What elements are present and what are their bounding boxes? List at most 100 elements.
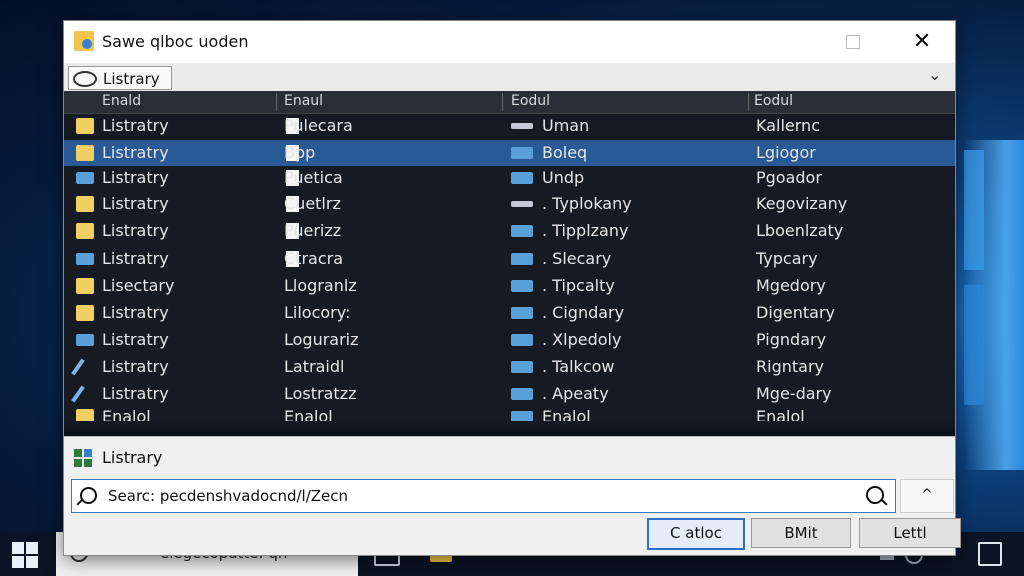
folder-icon bbox=[76, 172, 94, 184]
table-cell: Listratry bbox=[102, 384, 169, 403]
table-cell: . Xlpedoly bbox=[542, 330, 622, 349]
shortcut-icon bbox=[71, 358, 85, 376]
column-divider[interactable] bbox=[276, 93, 277, 111]
table-row[interactable]: Listratry Bpp Boleq Lgiogor bbox=[64, 140, 955, 166]
arrow-icon bbox=[511, 201, 533, 207]
table-cell: Listratry bbox=[102, 330, 169, 349]
table-row[interactable]: Listratry Lilocory: . Cigndary Digentary bbox=[64, 300, 955, 326]
breadcrumb-label[interactable]: Listrary bbox=[102, 448, 162, 467]
library-icon bbox=[73, 71, 97, 87]
table-cell: Listratry bbox=[102, 194, 169, 213]
location-tab[interactable]: Listrary bbox=[68, 66, 172, 90]
folder-icon bbox=[76, 223, 94, 239]
up-button[interactable]: ^ bbox=[900, 479, 954, 513]
table-cell: Listratry bbox=[102, 116, 169, 135]
table-cell: Llogranlz bbox=[284, 276, 357, 295]
table-row[interactable]: Listratry Puetica Undp Pgoador bbox=[64, 165, 955, 191]
table-cell: Lostratzz bbox=[284, 384, 357, 403]
dialog-title: Sawe qlboc uoden bbox=[102, 32, 249, 51]
chevron-down-icon[interactable]: ⌄ bbox=[928, 65, 941, 84]
table-row[interactable]: Listratry Ctracra . Slecary Typcary bbox=[64, 246, 955, 272]
table-cell: Logurariz bbox=[284, 330, 359, 349]
start-button[interactable] bbox=[12, 542, 38, 568]
column-header[interactable]: Enald bbox=[102, 93, 141, 109]
list-fade bbox=[64, 421, 955, 436]
table-cell: Listratry bbox=[102, 143, 169, 162]
table-cell: Lisectary bbox=[102, 276, 175, 295]
table-row[interactable]: Listratry Pulecara Uman Kallernc bbox=[64, 113, 955, 139]
folder-icon bbox=[76, 278, 94, 294]
table-row[interactable]: Lisectary Llogranlz . Tipcalty Mgedory bbox=[64, 273, 955, 299]
table-cell: . Tipplzany bbox=[542, 221, 629, 240]
column-divider[interactable] bbox=[502, 93, 503, 111]
breadcrumb: Listrary bbox=[64, 436, 955, 477]
title-bar: Sawe qlboc uoden ✕ bbox=[64, 21, 955, 63]
app-icon bbox=[74, 31, 94, 51]
column-header-row: Enald Enaul Eodul Eodul bbox=[64, 91, 955, 114]
table-cell: . Tipcalty bbox=[542, 276, 615, 295]
folder-icon bbox=[511, 280, 533, 292]
table-row[interactable]: Listratry Latraidl . Talkcow Rigntary bbox=[64, 354, 955, 380]
folder-icon bbox=[511, 225, 533, 237]
table-cell: Lilocory: bbox=[284, 303, 351, 322]
folder-icon bbox=[76, 253, 94, 265]
primary-button[interactable]: C atloc bbox=[647, 518, 745, 550]
search-icon bbox=[80, 487, 97, 504]
search-input[interactable] bbox=[106, 483, 850, 509]
folder-icon bbox=[76, 118, 94, 134]
folder-icon bbox=[511, 307, 533, 319]
table-cell: Listratry bbox=[102, 303, 169, 322]
arrow-icon bbox=[511, 123, 533, 129]
table-row[interactable]: Listratry Logurariz . Xlpedoly Pigndary bbox=[64, 327, 955, 353]
file-list: Enald Enaul Eodul Eodul Listratry Pulecar… bbox=[64, 91, 955, 436]
column-divider[interactable] bbox=[748, 93, 749, 111]
folder-icon bbox=[76, 196, 94, 212]
folder-icon bbox=[76, 145, 94, 161]
table-cell: Undp bbox=[542, 168, 585, 187]
column-header[interactable]: Eodul bbox=[754, 93, 793, 109]
table-cell: Mgedory bbox=[756, 276, 826, 295]
location-label: Listrary bbox=[103, 70, 160, 88]
table-cell: Listratry bbox=[102, 221, 169, 240]
folder-icon bbox=[511, 361, 533, 373]
table-cell: Listratry bbox=[102, 168, 169, 187]
folder-icon bbox=[511, 253, 533, 265]
desktop-light-pane bbox=[964, 285, 984, 405]
maximize-button[interactable] bbox=[836, 31, 872, 55]
table-cell: Digentary bbox=[756, 303, 836, 322]
search-box bbox=[71, 479, 896, 513]
address-bar: Listrary ⌄ bbox=[64, 63, 955, 92]
folder-icon bbox=[511, 172, 533, 184]
table-cell: Pigndary bbox=[756, 330, 827, 349]
notification-icon[interactable] bbox=[978, 542, 1002, 566]
table-row[interactable]: Listratry Puerizz . Tipplzany Lboenlzaty bbox=[64, 218, 955, 244]
table-cell: Kegovizany bbox=[756, 194, 848, 213]
column-header[interactable]: Eodul bbox=[511, 93, 550, 109]
table-cell: Kallernc bbox=[756, 116, 820, 135]
second-button[interactable]: BMit bbox=[751, 518, 851, 548]
table-cell: . Talkcow bbox=[542, 357, 615, 376]
table-cell: . Slecary bbox=[542, 249, 612, 268]
column-header[interactable]: Enaul bbox=[284, 93, 323, 109]
table-cell: Pulecara bbox=[284, 116, 353, 135]
table-cell: . Apeaty bbox=[542, 384, 609, 403]
folder-icon bbox=[76, 334, 94, 346]
shortcut-icon bbox=[71, 385, 85, 403]
table-cell: . Cigndary bbox=[542, 303, 625, 322]
table-cell: Latraidl bbox=[284, 357, 345, 376]
folder-icon bbox=[511, 388, 533, 400]
table-cell: . Typlokany bbox=[542, 194, 632, 213]
table-cell: Uman bbox=[542, 116, 590, 135]
folder-icon bbox=[511, 334, 533, 346]
table-cell: Puerizz bbox=[284, 221, 342, 240]
table-row[interactable]: Listratry Cuetlrz . Typlokany Kegovizany bbox=[64, 191, 955, 217]
folder-icon bbox=[76, 305, 94, 321]
table-cell: Listratry bbox=[102, 249, 169, 268]
desktop-light-pane bbox=[964, 150, 984, 270]
close-button[interactable]: ✕ bbox=[902, 27, 942, 57]
search-submit-icon[interactable] bbox=[866, 486, 884, 504]
table-cell: Bpp bbox=[284, 143, 316, 162]
third-button[interactable]: Lettl bbox=[859, 518, 961, 548]
table-cell: Ctracra bbox=[284, 249, 344, 268]
table-cell: Lboenlzaty bbox=[756, 221, 844, 240]
